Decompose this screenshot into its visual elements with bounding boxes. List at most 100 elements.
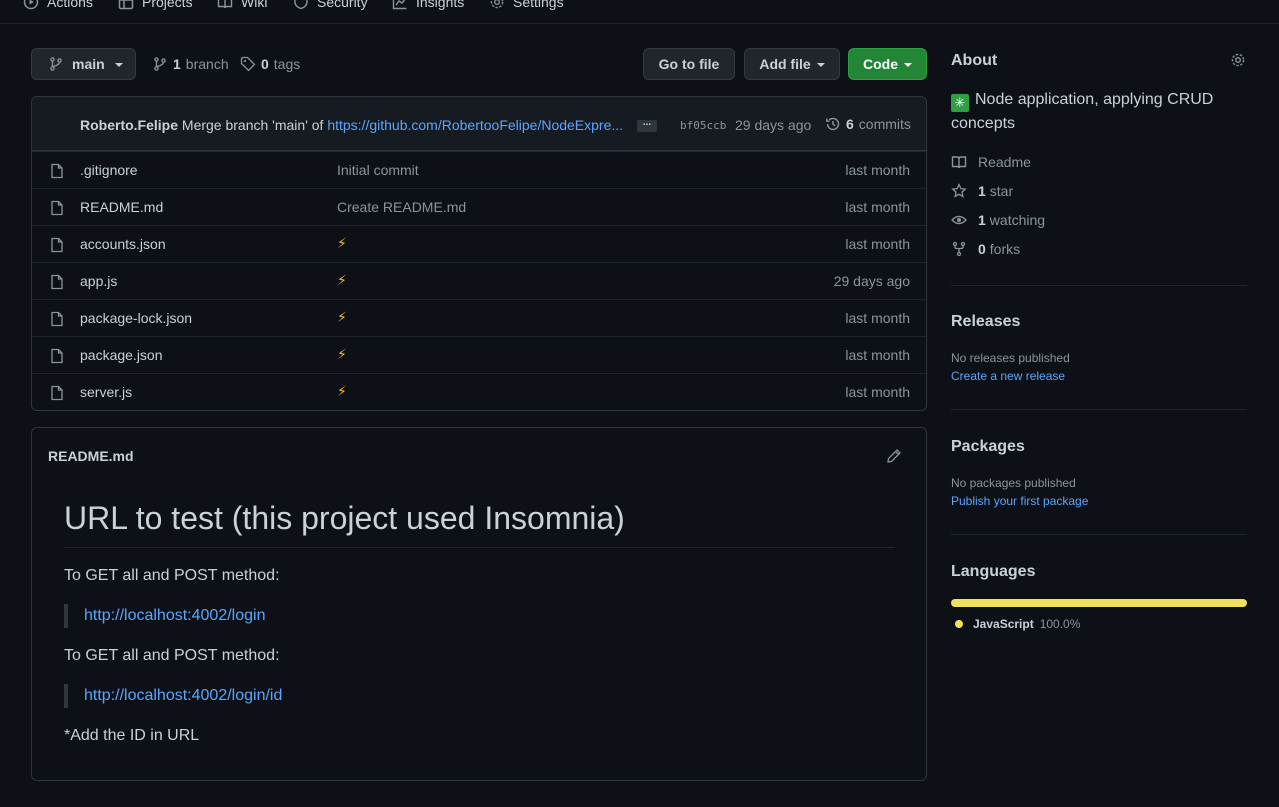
file-row[interactable]: accounts.json ⚡ last month [32, 225, 926, 262]
repo-description: ✳ Node application, applying CRUD concept… [951, 88, 1251, 136]
file-name[interactable]: README.md [80, 199, 163, 215]
packages-empty-text: No packages published [951, 476, 1076, 490]
file-row[interactable]: app.js ⚡ 29 days ago [32, 262, 926, 299]
commit-message: Merge branch 'main' of [181, 117, 324, 133]
file-commit-time: last month [845, 199, 910, 215]
languages-title: Languages [951, 563, 1036, 580]
nav-settings[interactable]: Settings [489, 0, 564, 12]
expand-commit-label: ... [642, 117, 652, 128]
readme-link[interactable]: Readme [951, 154, 1031, 170]
file-row[interactable]: .gitignore Initial commit last month [32, 151, 926, 188]
book-icon [951, 156, 967, 169]
readme-paragraph: To GET all and POST method: [64, 567, 280, 584]
file-commit-message[interactable]: Initial commit [337, 162, 419, 178]
file-commit-time: last month [845, 310, 910, 326]
stars-count: 1 [978, 183, 986, 199]
file-icon [51, 348, 63, 364]
table-icon [118, 0, 134, 10]
forks-link[interactable]: 0 forks [951, 241, 1020, 257]
commit-author[interactable]: Roberto.Felipe [80, 117, 178, 133]
publish-package-link[interactable]: Publish your first package [951, 494, 1088, 508]
divider [951, 534, 1247, 535]
nav-actions-label: Actions [47, 0, 93, 10]
gear-icon [490, 0, 504, 9]
code-button[interactable]: Code [848, 48, 927, 80]
readme-quote: http://localhost:4002/login/id [64, 684, 282, 708]
releases-title[interactable]: Releases [951, 313, 1020, 331]
nav-projects[interactable]: Projects [118, 0, 193, 12]
file-commit-message[interactable]: ⚡ [337, 235, 347, 252]
eye-icon [951, 215, 967, 225]
add-file-button[interactable]: Add file [744, 48, 840, 80]
file-name[interactable]: package-lock.json [80, 310, 192, 326]
nav-insights-label: Insights [416, 0, 465, 10]
file-commit-message[interactable]: ⚡ [337, 309, 347, 326]
stars-label: star [989, 183, 1014, 199]
branches-link[interactable]: 1 branch [152, 55, 229, 73]
code-label: Code [863, 56, 898, 72]
file-name[interactable]: app.js [80, 273, 117, 289]
nav-settings-label: Settings [513, 0, 564, 10]
create-release-link[interactable]: Create a new release [951, 369, 1065, 383]
file-commit-message[interactable]: ⚡ [337, 272, 347, 289]
file-commit-message[interactable]: ⚡ [337, 346, 347, 363]
file-row[interactable]: package-lock.json ⚡ last month [32, 299, 926, 336]
tags-link[interactable]: 0 tags [240, 55, 300, 73]
file-commit-message[interactable]: ⚡ [337, 383, 347, 400]
commits-label: commits [858, 116, 911, 132]
repo-forked-icon [952, 241, 966, 257]
file-row[interactable]: server.js ⚡ last month [32, 373, 926, 410]
readme-link[interactable]: http://localhost:4002/login [84, 607, 265, 624]
file-icon [51, 274, 63, 290]
add-file-label: Add file [759, 56, 811, 72]
file-icon [51, 385, 63, 401]
forks-count: 0 [978, 241, 986, 257]
readme-filename[interactable]: README.md [48, 448, 134, 464]
divider [951, 285, 1247, 286]
packages-title[interactable]: Packages [951, 438, 1025, 456]
nav-insights[interactable]: Insights [392, 0, 464, 12]
file-commit-message[interactable]: Create README.md [337, 199, 466, 215]
tags-label: tags [273, 56, 301, 72]
go-to-file-button[interactable]: Go to file [643, 48, 735, 80]
language-name: JavaScript [973, 617, 1034, 631]
branch-name: main [72, 56, 105, 72]
file-name[interactable]: .gitignore [80, 162, 138, 178]
file-name[interactable]: accounts.json [80, 236, 166, 252]
nav-wiki[interactable]: Wiki [217, 0, 267, 12]
tags-count: 0 [261, 56, 269, 72]
branch-select-button[interactable]: main [31, 48, 136, 80]
watchers-link[interactable]: 1 watching [951, 212, 1045, 228]
star-icon [951, 183, 967, 198]
nav-security[interactable]: Security [293, 0, 368, 12]
file-icon [51, 200, 63, 216]
nav-projects-label: Projects [142, 0, 193, 10]
language-percent: 100.0% [1039, 617, 1081, 631]
file-row[interactable]: package.json ⚡ last month [32, 336, 926, 373]
commits-link[interactable]: 6 commits [825, 116, 911, 132]
readme-link[interactable]: http://localhost:4002/login/id [84, 687, 282, 704]
language-item[interactable]: JavaScript 100.0% [955, 617, 1080, 631]
stars-link[interactable]: 1 star [951, 183, 1013, 199]
divider [951, 409, 1247, 410]
expand-commit-button[interactable]: ... [637, 117, 657, 132]
language-color-dot [955, 620, 963, 628]
repo-description-text: Node application, applying CRUD concepts [951, 91, 1214, 132]
history-icon [826, 117, 840, 131]
file-name[interactable]: package.json [80, 347, 163, 363]
commit-message-link[interactable]: https://github.com/RobertooFelipe/NodeEx… [327, 117, 623, 133]
file-row[interactable]: README.md Create README.md last month [32, 188, 926, 225]
readme-quote: http://localhost:4002/login [64, 604, 265, 628]
file-icon [51, 163, 63, 179]
book-icon [217, 0, 233, 9]
graph-icon [392, 0, 407, 10]
git-branch-icon [50, 57, 62, 71]
file-name[interactable]: server.js [80, 384, 132, 400]
chevron-down-icon [904, 62, 912, 67]
gear-icon[interactable] [1230, 52, 1246, 68]
commit-sha[interactable]: bf05ccb [680, 119, 726, 132]
pencil-icon[interactable] [886, 448, 902, 464]
forks-label: forks [989, 241, 1021, 257]
nav-actions[interactable]: Actions [23, 0, 93, 12]
shield-icon [294, 0, 308, 10]
